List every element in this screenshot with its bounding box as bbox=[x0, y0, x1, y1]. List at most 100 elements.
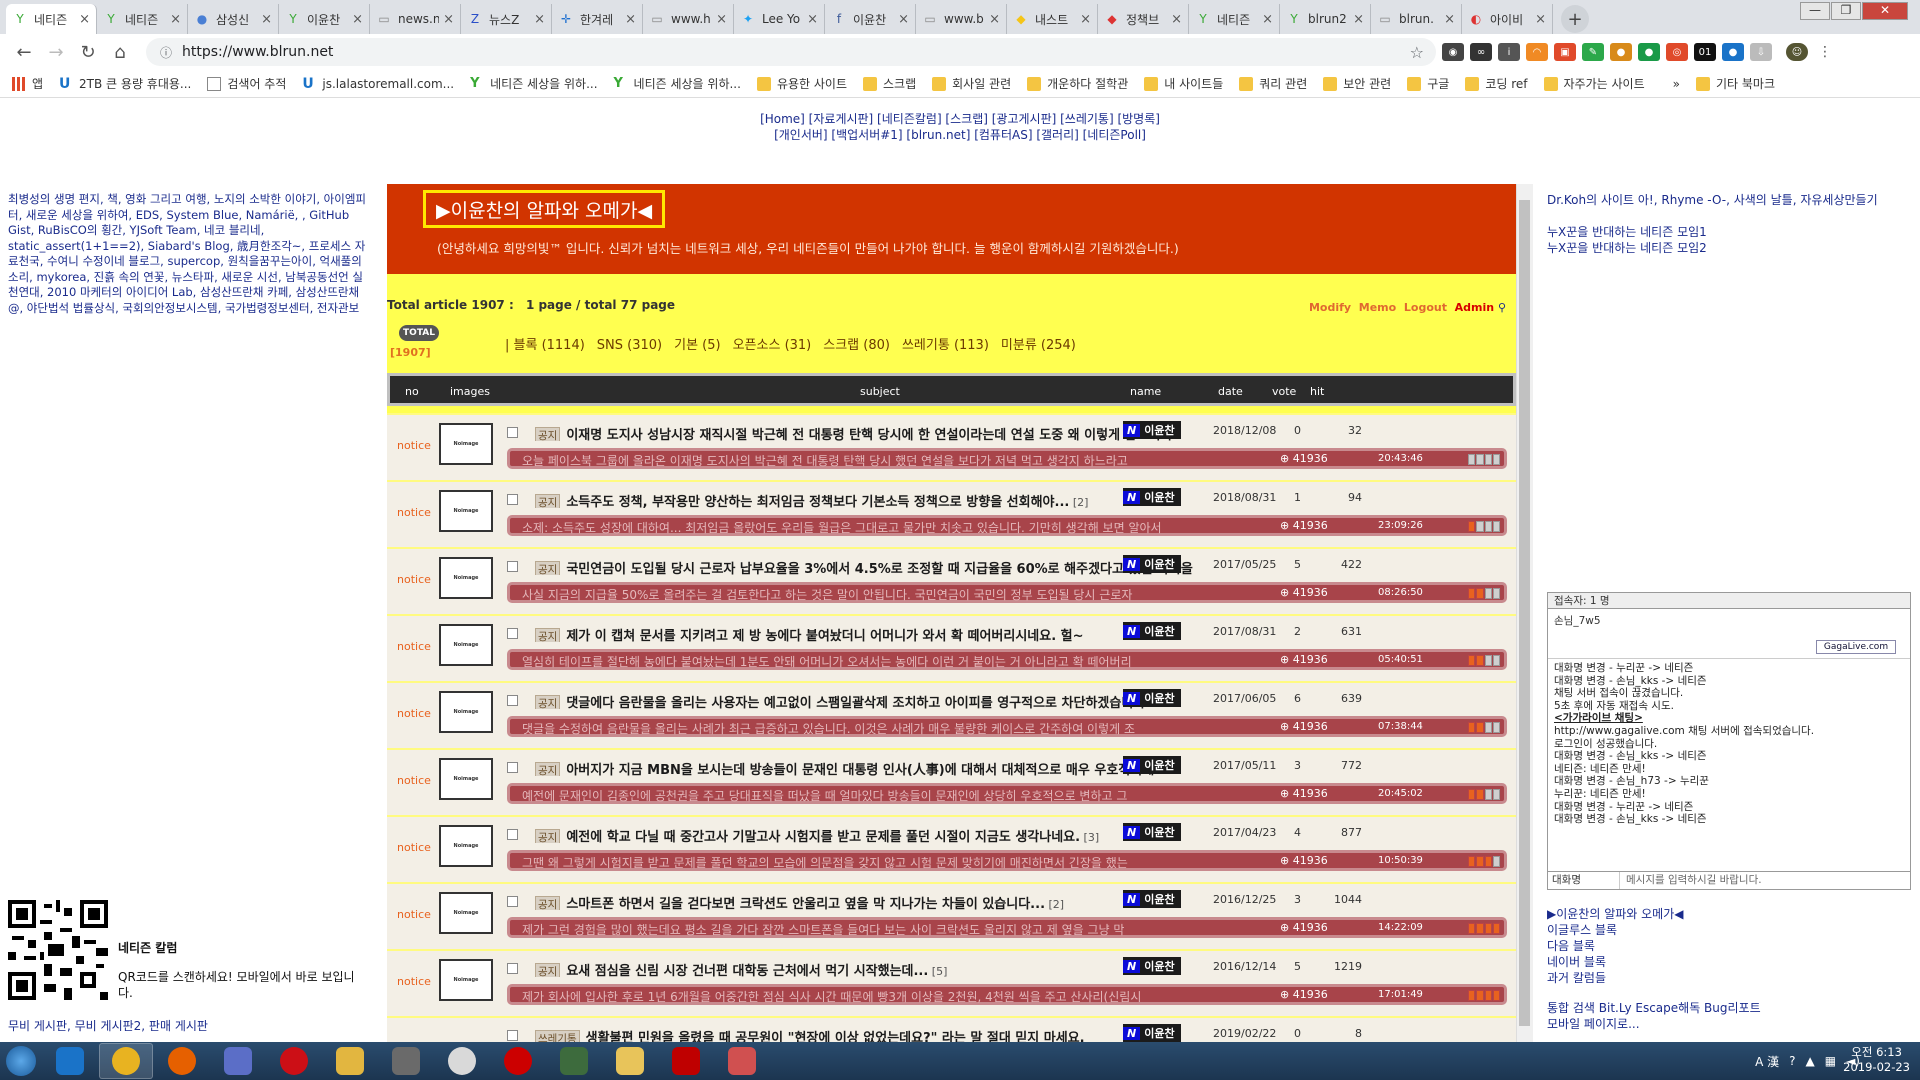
chat-input[interactable]: 메시지를 입력하시길 바랍니다. bbox=[1620, 872, 1762, 889]
row-title[interactable]: 제가 이 캡쳐 문서를 지키려고 제 방 농에다 붙여놨더니 어머니가 와서 확… bbox=[566, 629, 1083, 642]
taskbar-editor-icon[interactable] bbox=[323, 1043, 377, 1079]
row-tag[interactable]: 공지 bbox=[535, 427, 561, 441]
info-icon[interactable]: ⓘ bbox=[160, 44, 172, 61]
browser-tab[interactable]: ▭ news.n × bbox=[370, 4, 461, 34]
row-author[interactable]: N 이윤찬 bbox=[1123, 488, 1181, 506]
glasses-icon[interactable]: ∞ bbox=[1470, 43, 1492, 61]
tab-close-icon[interactable]: × bbox=[261, 12, 272, 27]
ext-circle-icon[interactable]: ◎ bbox=[1666, 43, 1688, 61]
taskbar-ie-icon[interactable] bbox=[43, 1043, 97, 1079]
logout-link[interactable]: Logout bbox=[1404, 301, 1447, 314]
row-title[interactable]: 댓글에다 음란물을 올리는 사용자는 예고없이 스팸일괄삭제 조치하고 아이피를… bbox=[566, 696, 1160, 709]
blog-links[interactable]: 최병성의 생명 편지, 책, 영화 그리고 여행, 노지의 소박한 이야기, 아… bbox=[8, 192, 370, 316]
browser-tab[interactable]: ✛ 한겨레 × bbox=[552, 4, 643, 34]
row-author[interactable]: N 이윤찬 bbox=[1123, 1024, 1181, 1042]
memo-link[interactable]: Memo bbox=[1359, 301, 1396, 314]
chat-user[interactable]: 손님_7w5 bbox=[1554, 615, 1601, 627]
tab-close-icon[interactable]: × bbox=[1080, 12, 1091, 27]
tab-close-icon[interactable]: × bbox=[989, 12, 1000, 27]
tab-close-icon[interactable]: × bbox=[625, 12, 636, 27]
maximize-button[interactable]: ❐ bbox=[1831, 2, 1861, 20]
taskbar-pokeball-icon[interactable] bbox=[435, 1043, 489, 1079]
category-item[interactable]: SNS (310) bbox=[597, 338, 662, 353]
browser-tab[interactable]: ◐ 아이비 × bbox=[1462, 4, 1553, 34]
right-link-group1[interactable]: 누X꾼을 반대하는 네티즌 모임1 bbox=[1547, 224, 1878, 240]
board-title[interactable]: ▶이윤찬의 알파와 오메가◀ bbox=[423, 190, 666, 228]
table-row[interactable]: notice Noimage 공지 스마트폰 하면서 길을 걷다보면 크락션도 안울리… bbox=[387, 882, 1516, 949]
cookie-icon[interactable]: ● bbox=[1610, 43, 1632, 61]
bookmark-item[interactable]: 자주가는 사이트 bbox=[1543, 75, 1645, 92]
bookmark-item[interactable]: 앱 bbox=[12, 75, 43, 92]
table-row[interactable]: notice Noimage 공지 제가 이 캡쳐 문서를 지키려고 제 방 농에다 … bbox=[387, 614, 1516, 681]
ime-indicator[interactable]: A 漢 bbox=[1755, 1053, 1779, 1070]
row-title[interactable]: 이재명 도지사 성남시장 재직시절 박근혜 전 대통령 탄핵 당시에 한 연설이… bbox=[566, 428, 1172, 441]
row-tag[interactable]: 공지 bbox=[535, 695, 561, 709]
evernote-icon[interactable]: ✎ bbox=[1582, 43, 1604, 61]
info-ext-icon[interactable]: i bbox=[1498, 43, 1520, 61]
misc-link[interactable]: 모바일 페이지로... bbox=[1547, 1016, 1761, 1032]
ext-green-icon[interactable]: ● bbox=[1638, 43, 1660, 61]
row-checkbox[interactable] bbox=[507, 1030, 518, 1041]
row-thumbnail[interactable]: Noimage bbox=[439, 557, 493, 599]
category-item[interactable]: 오픈소스 (31) bbox=[733, 338, 812, 353]
bookmark-item[interactable]: 스크랩 bbox=[863, 75, 916, 92]
row-checkbox[interactable] bbox=[507, 695, 518, 706]
category-item[interactable]: 미분류 (254) bbox=[1001, 338, 1076, 353]
bookmark-item[interactable]: 보안 관련 bbox=[1323, 75, 1391, 92]
row-tag[interactable]: 공지 bbox=[535, 829, 561, 843]
gagalive-logo[interactable]: GagaLive.com bbox=[1816, 640, 1896, 654]
bookmark-item[interactable]: 내 사이트들 bbox=[1144, 75, 1223, 92]
row-author[interactable]: N 이윤찬 bbox=[1123, 957, 1181, 975]
tab-close-icon[interactable]: × bbox=[1444, 12, 1455, 27]
row-title[interactable]: 생활불편 민원을 올렸을 때 공무원이 "현장에 이상 없었는데요?" 라는 말… bbox=[586, 1031, 1085, 1042]
row-tag[interactable]: 공지 bbox=[535, 963, 561, 977]
board-links[interactable]: 무비 게시판, 무비 게시판2, 판매 게시판 bbox=[8, 1017, 208, 1034]
category-item[interactable]: 스크랩 (80) bbox=[823, 338, 890, 353]
site-nav-line2[interactable]: [개인서버] [백업서버#1] [blrun.net] [컴퓨터AS] [갤러리… bbox=[0, 127, 1920, 143]
browser-tab[interactable]: ◆ 정책브 × bbox=[1098, 4, 1189, 34]
home-icon[interactable]: ⌂ bbox=[106, 42, 134, 63]
taskbar-chrome-icon[interactable] bbox=[99, 1043, 153, 1079]
browser-tab[interactable]: Y 네티즌 × bbox=[6, 4, 97, 34]
row-checkbox[interactable] bbox=[507, 963, 518, 974]
browser-tab[interactable]: f 이윤찬 × bbox=[825, 4, 916, 34]
browser-tab[interactable]: ▭ www.b × bbox=[916, 4, 1007, 34]
download-icon[interactable]: ⇩ bbox=[1750, 43, 1772, 61]
row-title[interactable]: 요새 점심을 신림 시장 건너편 대학동 근처에서 먹기 시작했는데... bbox=[566, 964, 928, 977]
tab-close-icon[interactable]: × bbox=[716, 12, 727, 27]
browser-tab[interactable]: Y 이윤찬 × bbox=[279, 4, 370, 34]
taskbar-explorer-icon[interactable] bbox=[603, 1043, 657, 1079]
row-checkbox[interactable] bbox=[507, 896, 518, 907]
bookmark-item[interactable]: U 2TB 큰 용량 휴대용... bbox=[59, 75, 191, 92]
total-badge[interactable]: TOTAL bbox=[399, 325, 439, 341]
row-author[interactable]: N 이윤찬 bbox=[1123, 823, 1181, 841]
menu-icon[interactable]: ⋮ bbox=[1814, 43, 1836, 61]
table-row[interactable]: notice Noimage 공지 요새 점심을 신림 시장 건너편 대학동 근처에서… bbox=[387, 949, 1516, 1016]
extension-icon[interactable]: ◉ bbox=[1442, 43, 1464, 61]
back-icon[interactable]: ← bbox=[10, 42, 38, 63]
row-title[interactable]: 국민연금이 도입될 당시 근로자 납부요율을 3%에서 4.5%로 조정할 때 … bbox=[566, 562, 1192, 575]
bookmark-item[interactable]: Y 네티즌 세상을 위하... bbox=[614, 75, 741, 92]
row-checkbox[interactable] bbox=[507, 494, 518, 505]
chat-name-label[interactable]: 대화명 bbox=[1548, 872, 1620, 889]
bookmark-item[interactable]: Ujs.lalastoremall.com... bbox=[302, 77, 454, 91]
browser-tab[interactable]: Y 네티즌 × bbox=[1189, 4, 1280, 34]
bookmark-item[interactable]: 기타 북마크 bbox=[1695, 75, 1775, 92]
tab-close-icon[interactable]: × bbox=[443, 12, 454, 27]
browser-tab[interactable]: Z 뉴스Z × bbox=[461, 4, 552, 34]
tray-arrow-icon[interactable]: ▲ bbox=[1806, 1054, 1815, 1068]
row-author[interactable]: N 이윤찬 bbox=[1123, 421, 1181, 439]
taskbar-opera-icon[interactable] bbox=[267, 1043, 321, 1079]
blog-link[interactable]: 네이버 블록 bbox=[1547, 954, 1684, 970]
ext-blue-icon[interactable]: ● bbox=[1722, 43, 1744, 61]
row-title[interactable]: 스마트폰 하면서 길을 걷다보면 크락션도 안울리고 옆을 막 지나가는 차들이… bbox=[566, 897, 1045, 910]
right-link-group2[interactable]: 누X꾼을 반대하는 네티즌 모임2 bbox=[1547, 240, 1878, 256]
tab-close-icon[interactable]: × bbox=[1171, 12, 1182, 27]
browser-tab[interactable]: ● 삼성신 × bbox=[188, 4, 279, 34]
category-item[interactable]: 기본 (5) bbox=[674, 338, 720, 353]
row-thumbnail[interactable]: Noimage bbox=[439, 825, 493, 867]
table-row[interactable]: notice Noimage 공지 소득주도 정책, 부작용만 양산하는 최저임금 정… bbox=[387, 480, 1516, 547]
row-tag[interactable]: 공지 bbox=[535, 628, 561, 642]
network-icon[interactable]: ▦ bbox=[1825, 1054, 1836, 1068]
blog-link[interactable]: 이글루스 블록 bbox=[1547, 922, 1684, 938]
